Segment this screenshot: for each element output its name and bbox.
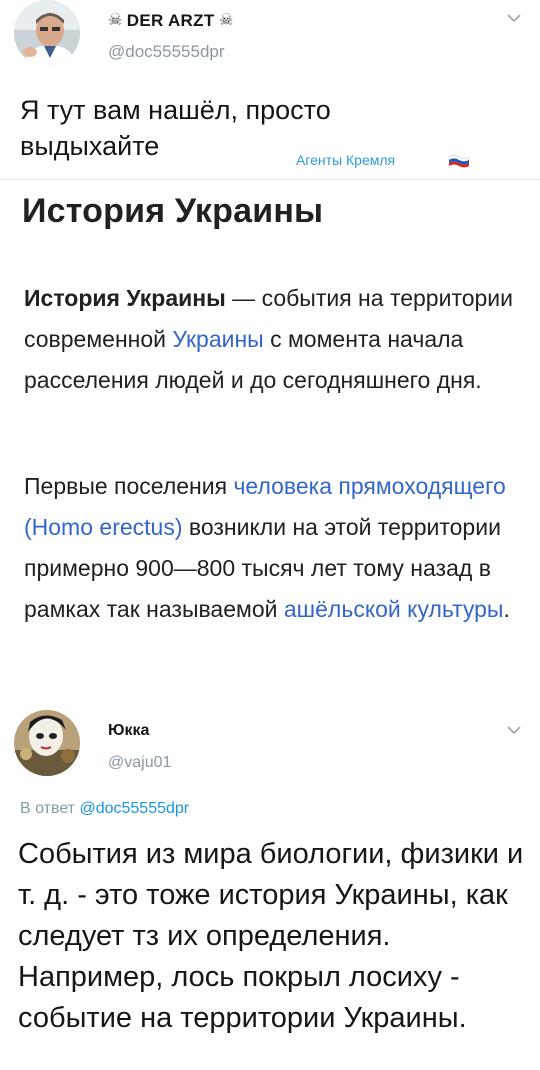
reply-author-avatar[interactable] (14, 710, 80, 776)
author-handle[interactable]: @doc55555dpr (108, 42, 225, 62)
wiki-bold-term: История Украины (24, 285, 226, 311)
wiki-paragraph-1: История Украины — события на территории … (24, 278, 524, 401)
wiki-article-title: История Украины (22, 192, 324, 230)
skull-crossbones-icon: ☠ (108, 12, 123, 29)
russian-flag-icon (448, 155, 470, 168)
wiki-text: Первые поселения (24, 473, 234, 499)
wiki-link-acheulean-culture[interactable]: ашёльской культуры (284, 596, 504, 622)
reply-tweet-text: События из мира биологии, физики и т. д.… (18, 838, 524, 1034)
wiki-text: . (503, 596, 510, 622)
wiki-paragraph-2: Первые поселения человека прямоходящего … (24, 466, 524, 630)
embedded-image-top-border (0, 179, 540, 180)
author-avatar[interactable] (14, 0, 80, 66)
tweet-options-chevron-down-icon[interactable] (506, 10, 522, 31)
in-reply-to-mention-link[interactable]: @doc55555dpr (79, 800, 189, 817)
author-name-row[interactable]: ☠ DER ARZT ☠ (108, 10, 233, 31)
author-display-name: DER ARZT (126, 11, 215, 30)
doctor-avatar-image (14, 0, 80, 66)
skull-crossbones-icon: ☠ (218, 12, 234, 29)
watermark-label: Агенты Кремля (296, 152, 396, 168)
tweet-text-line: Я тут вам нашёл, просто (20, 95, 331, 125)
masked-figure-avatar-image (14, 710, 80, 776)
reply-options-chevron-down-icon[interactable] (506, 722, 522, 743)
in-reply-to-text: В ответ (20, 800, 80, 817)
wiki-link-ukraine[interactable]: Украины (172, 326, 263, 352)
reply-author-handle[interactable]: @vaju01 (108, 754, 171, 772)
in-reply-to-label: В ответ @doc55555dpr (20, 800, 189, 818)
reply-author-display-name[interactable]: Юкка (108, 722, 149, 740)
